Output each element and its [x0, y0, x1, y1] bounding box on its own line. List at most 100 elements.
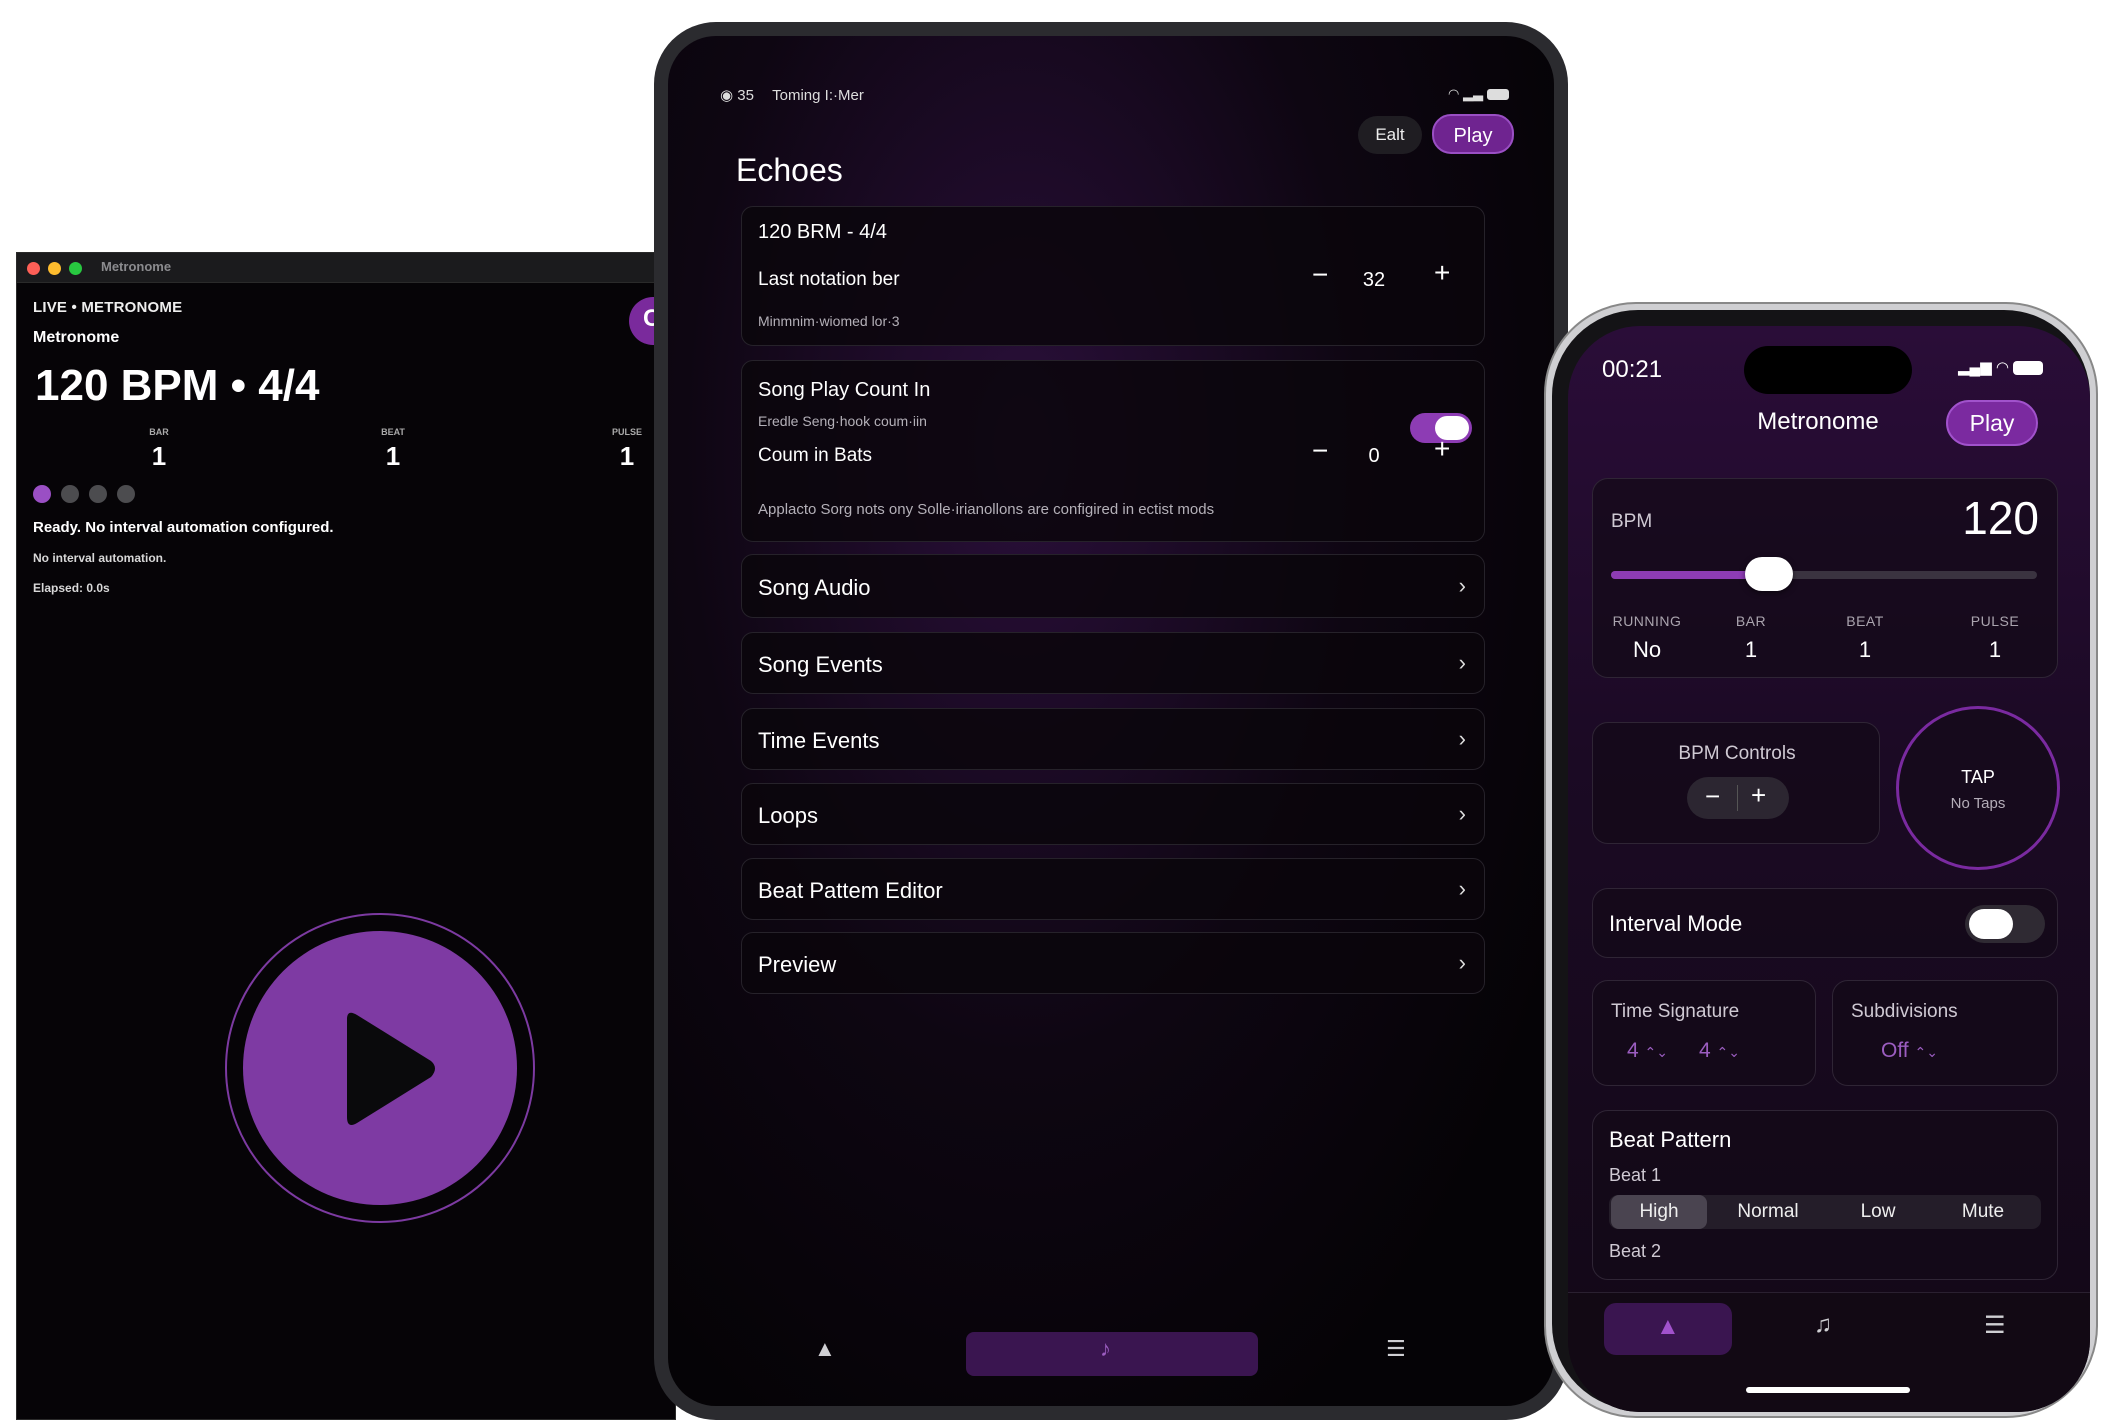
- phone-screen: 00:21 ▂▄▆ ◠ Metronome Play BPM 120 RUNNI…: [1568, 326, 2090, 1412]
- songs-tab-icon[interactable]: ♪: [1100, 1336, 1111, 1362]
- pulse-counter: PULSE 1: [597, 427, 657, 472]
- decrement-button[interactable]: −: [1312, 259, 1328, 291]
- bar-value: 1: [1744, 637, 1758, 662]
- level-normal[interactable]: Normal: [1713, 1195, 1823, 1229]
- stepper-divider: [1737, 785, 1738, 811]
- status-text: Ready. No interval automation configured…: [33, 519, 334, 536]
- metronome-tab-icon[interactable]: ▲: [814, 1336, 836, 1362]
- level-mute[interactable]: Mute: [1931, 1195, 2035, 1229]
- close-window-button[interactable]: [27, 262, 40, 275]
- count-in-title: Song Play Count In: [758, 379, 931, 401]
- bpm-stepper: − +: [1687, 777, 1789, 819]
- tablet-device: ◉ 35 Toming I:·Mer ◠ ▂▃ Ealt Play Echoes…: [654, 22, 1568, 1420]
- nav-row-song-events[interactable]: Song Events ›: [741, 632, 1485, 694]
- beat-indicator-dot: [117, 485, 135, 503]
- wifi-icon: ◠: [1448, 86, 1460, 101]
- bar-label: BAR: [1735, 613, 1767, 629]
- beat1-label: Beat 1: [1609, 1165, 1662, 1185]
- nav-row-preview[interactable]: Preview ›: [741, 932, 1485, 994]
- bar-counter-value: 1: [151, 441, 167, 471]
- list-tab-icon[interactable]: ☰: [1386, 1336, 1406, 1362]
- interval-mode-toggle[interactable]: [1965, 905, 2045, 943]
- chevron-right-icon: ›: [1458, 726, 1466, 751]
- level-high[interactable]: High: [1611, 1195, 1707, 1229]
- beat2-label: Beat 2: [1609, 1241, 1662, 1261]
- beat-indicator-dot: [33, 485, 51, 503]
- subdivisions-picker[interactable]: Off ⌃⌄: [1881, 1039, 1938, 1063]
- up-down-icon: ⌃⌄: [1914, 1044, 1938, 1060]
- mac-metronome-window: Metronome LIVE • METRONOME Metronome 120…: [16, 252, 676, 1420]
- bpm-controls-label: BPM Controls: [1678, 743, 1796, 764]
- pulse-value: 1: [1988, 637, 2002, 662]
- nav-row-loops[interactable]: Loops ›: [741, 783, 1485, 845]
- bpm-slider-thumb[interactable]: [1744, 557, 1793, 591]
- live-label: LIVE • METRONOME: [33, 299, 183, 316]
- beat-counter: BEAT 1: [363, 427, 423, 472]
- bar-counter: BAR 1: [129, 427, 189, 472]
- last-notation-label: Last notation ber: [758, 269, 900, 290]
- chevron-right-icon: ›: [1458, 650, 1466, 675]
- bar-counter-label: BAR: [149, 427, 169, 437]
- list-tab-icon[interactable]: ☰: [1984, 1311, 2006, 1340]
- signal-icon: ▂▃: [1462, 86, 1483, 101]
- play-button[interactable]: [243, 931, 517, 1205]
- zoom-window-button[interactable]: [69, 262, 82, 275]
- play-button[interactable]: Play: [1946, 400, 2038, 446]
- interval-text: No interval automation.: [33, 551, 167, 565]
- subdivisions-card: Subdivisions Off ⌃⌄: [1832, 980, 2058, 1086]
- time-signature-label: Time Signature: [1611, 1001, 1740, 1022]
- bpm-increment-button[interactable]: +: [1751, 780, 1766, 811]
- tempo-headline: 120 BPM • 4/4: [35, 361, 320, 410]
- songs-tab-icon[interactable]: ♫: [1814, 1311, 1832, 1339]
- level-low[interactable]: Low: [1829, 1195, 1927, 1229]
- increment-button[interactable]: +: [1434, 433, 1450, 465]
- decrement-button[interactable]: −: [1312, 435, 1328, 467]
- tablet-status-bar: ◉ 35 Toming I:·Mer: [720, 86, 864, 104]
- ts-denominator-value: 4: [1699, 1039, 1711, 1062]
- up-down-icon: ⌃⌄: [1644, 1044, 1668, 1060]
- tap-label: TAP: [1961, 767, 1995, 787]
- time-signature-card: Time Signature 4 ⌃⌄ 4 ⌃⌄: [1592, 980, 1816, 1086]
- minimize-window-button[interactable]: [48, 262, 61, 275]
- ts-denominator-picker[interactable]: 4 ⌃⌄: [1699, 1039, 1740, 1063]
- tempo-card-hint: Minmnim·wiomed lor·3: [758, 313, 900, 329]
- edit-button[interactable]: Ealt: [1358, 116, 1422, 154]
- beat-label: BEAT: [1846, 613, 1884, 629]
- tap-button[interactable]: TAP No Taps: [1896, 706, 2060, 870]
- interval-mode-label: Interval Mode: [1609, 911, 1743, 936]
- eye-icon: ◉: [720, 87, 734, 104]
- phone-status-icons: ▂▄▆ ◠: [1958, 358, 2044, 376]
- ts-numerator-value: 4: [1627, 1039, 1639, 1062]
- nav-row-time-events[interactable]: Time Events ›: [741, 708, 1485, 770]
- play-button[interactable]: Play: [1432, 114, 1514, 154]
- increment-button[interactable]: +: [1434, 257, 1450, 289]
- nav-row-beat-pattern-editor[interactable]: Beat Pattem Editor ›: [741, 858, 1485, 920]
- tempo-card-header: 120 BRM - 4/4: [758, 221, 887, 243]
- mac-subtitle: Metronome: [33, 329, 120, 346]
- beat-indicator-dot: [89, 485, 107, 503]
- chevron-right-icon: ›: [1458, 801, 1466, 826]
- battery-icon: [2013, 361, 2044, 376]
- tab-metronome-selected[interactable]: ▲: [1604, 1303, 1732, 1355]
- dynamic-island: [1744, 346, 1912, 394]
- subdivisions-value: Off: [1881, 1039, 1909, 1062]
- phone-title: Metronome: [1757, 408, 1879, 435]
- wifi-icon: ◠: [1995, 359, 2009, 376]
- chevron-right-icon: ›: [1458, 950, 1466, 975]
- status-text: Toming I:·Mer: [772, 87, 864, 104]
- ts-numerator-picker[interactable]: 4 ⌃⌄: [1627, 1039, 1668, 1063]
- nav-row-label: Time Events: [758, 728, 880, 753]
- window-title: Metronome: [101, 259, 172, 274]
- bpm-decrement-button[interactable]: −: [1705, 781, 1720, 812]
- count-in-card: Song Play Count In Eredle Seng·hook coum…: [741, 360, 1485, 542]
- tab-songs-selected[interactable]: [966, 1332, 1258, 1376]
- beat-indicator-dot: [61, 485, 79, 503]
- bpm-slider-track[interactable]: [1611, 557, 2037, 591]
- nav-row-song-audio[interactable]: Song Audio ›: [741, 554, 1485, 618]
- bpm-label: BPM: [1611, 511, 1653, 532]
- tempo-card: 120 BRM - 4/4 Last notation ber − 32 + M…: [741, 206, 1485, 346]
- tablet-status-icons: ◠ ▂▃: [1448, 86, 1509, 102]
- nav-row-label: Preview: [758, 952, 837, 977]
- beat1-level-segmented: High Normal Low Mute: [1609, 1195, 2041, 1229]
- count-in-bars-value: 0: [1368, 445, 1380, 467]
